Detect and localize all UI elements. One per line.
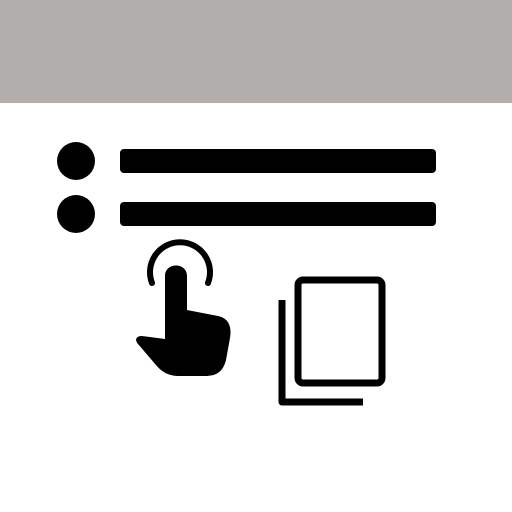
tap-hand-icon	[136, 239, 231, 376]
copy-icon	[278, 276, 386, 406]
app-icon-canvas	[0, 0, 512, 512]
gesture-icons	[136, 239, 386, 406]
